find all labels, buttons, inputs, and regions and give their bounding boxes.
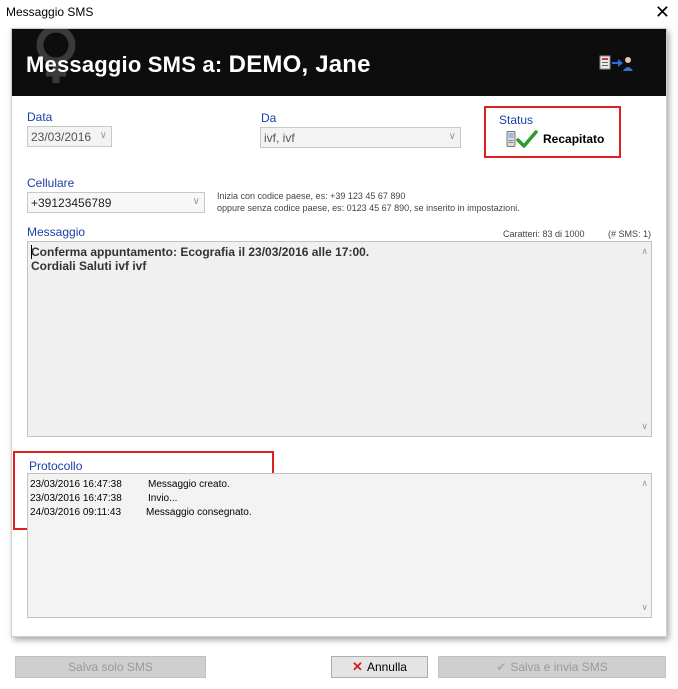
chevron-down-icon: ∨ — [448, 131, 456, 142]
save-only-button[interactable]: Salva solo SMS — [15, 656, 206, 678]
sms-counter: (# SMS: 1) — [608, 229, 652, 239]
scroll-down-icon[interactable]: ∨ — [641, 421, 648, 432]
sender-value: ivf, ivf — [264, 131, 295, 145]
messaggio-label: Messaggio — [27, 225, 86, 239]
log-time: 23/03/2016 16:47:38 — [30, 493, 122, 504]
cellulare-label: Cellulare — [27, 176, 75, 190]
close-icon[interactable]: ✕ — [655, 2, 670, 22]
cancel-button[interactable]: ✕ Annulla — [331, 656, 428, 678]
status-highlight-box: Status Recapitato — [484, 106, 621, 158]
mobile-number-select[interactable]: +39123456789 ∨ — [27, 192, 205, 213]
save-only-label: Salva solo SMS — [68, 660, 153, 674]
text-caret — [31, 245, 32, 259]
message-text: Conferma appuntamento: Ecografia il 23/0… — [31, 245, 370, 273]
cancel-label: Annulla — [366, 660, 407, 674]
hint-line-1: Inizia con codice paese, es: +39 123 45 … — [217, 191, 406, 201]
status-value: Recapitato — [543, 132, 605, 146]
main-panel: Messaggio SMS a: DEMO, Jane Data 23/03/2… — [11, 28, 667, 637]
mobile-phone-icon — [506, 131, 516, 147]
mobile-number-value: +39123456789 — [31, 196, 112, 210]
scroll-up-icon[interactable]: ∧ — [641, 246, 648, 257]
title-bar: Messaggio SMS ✕ — [0, 0, 678, 26]
scroll-down-icon[interactable]: ∨ — [641, 602, 648, 613]
check-icon — [516, 130, 538, 148]
scroll-up-icon[interactable]: ∧ — [641, 478, 648, 489]
log-event: Messaggio consegnato. — [146, 507, 252, 518]
window-title: Messaggio SMS — [6, 5, 94, 19]
log-event: Invio... — [148, 493, 178, 504]
chevron-down-icon: ∨ — [99, 130, 107, 141]
log-event: Messaggio creato. — [148, 479, 230, 490]
log-time: 24/03/2016 09:11:43 — [30, 507, 122, 518]
contact-transfer-icon[interactable] — [599, 53, 635, 73]
protocol-log[interactable]: 23/03/2016 16:47:38 Messaggio creato. 23… — [27, 473, 652, 618]
header-title-prefix: Messaggio SMS a: — [26, 52, 223, 77]
hint-line-2: oppure senza codice paese, es: 0123 45 6… — [217, 203, 520, 213]
data-label: Data — [27, 110, 53, 124]
chevron-down-icon: ∨ — [192, 196, 200, 207]
header-title: Messaggio SMS a: DEMO, Jane — [26, 51, 371, 79]
date-value: 23/03/2016 — [31, 130, 92, 144]
log-time: 23/03/2016 16:47:38 — [30, 479, 122, 490]
save-send-button[interactable]: ✔ Salva e invia SMS — [438, 656, 666, 678]
sms-dialog-window: Messaggio SMS ✕ Messaggio SMS a: DEMO, J… — [0, 0, 678, 689]
mobile-hint: Inizia con codice paese, es: +39 123 45 … — [217, 190, 520, 214]
message-textarea[interactable]: Conferma appuntamento: Ecografia il 23/0… — [27, 241, 652, 437]
dialog-header: Messaggio SMS a: DEMO, Jane — [12, 29, 666, 96]
status-label: Status — [499, 113, 534, 127]
date-select[interactable]: 23/03/2016 ∨ — [27, 126, 112, 147]
save-send-label: Salva e invia SMS — [510, 660, 608, 674]
sender-select[interactable]: ivf, ivf ∨ — [260, 127, 461, 148]
protocollo-label: Protocollo — [29, 459, 83, 473]
recipient-name: DEMO, Jane — [228, 51, 371, 78]
da-label: Da — [261, 111, 277, 125]
close-icon: ✕ — [352, 659, 363, 674]
check-icon: ✔ — [496, 660, 507, 674]
char-counter: Caratteri: 83 di 1000 — [503, 229, 585, 239]
